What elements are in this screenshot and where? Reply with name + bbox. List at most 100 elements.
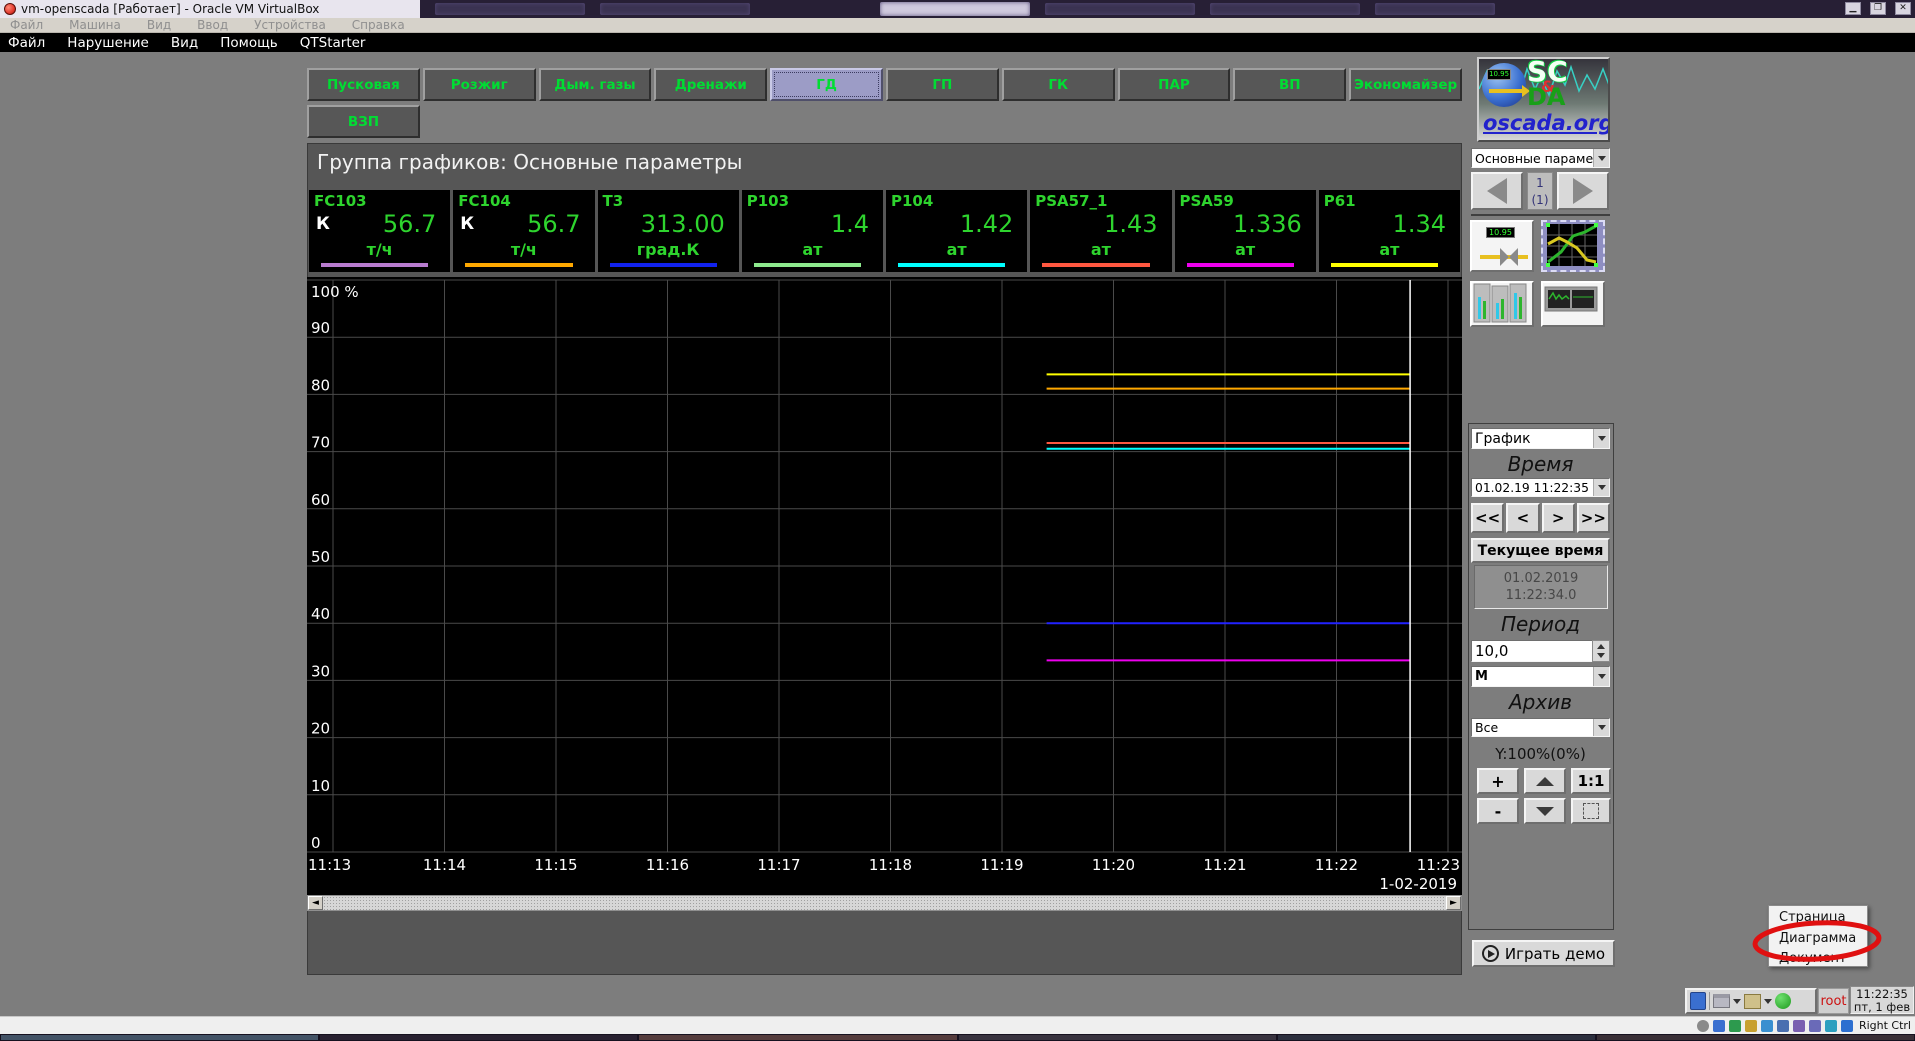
host-taskbar: vm-openscada [Работает] - Oracle VM Virt…	[0, 0, 1915, 18]
tab-гп[interactable]: ГП	[886, 68, 999, 101]
tab-гд[interactable]: ГД	[770, 68, 883, 101]
view-type-select[interactable]: График	[1471, 428, 1610, 449]
param-name: P103	[747, 192, 789, 210]
tab-пар[interactable]: ПАР	[1118, 68, 1231, 101]
book-icon[interactable]	[1690, 992, 1706, 1010]
graph-view-button[interactable]	[1541, 220, 1605, 272]
fast-back-button[interactable]: <<	[1471, 503, 1504, 533]
app-menu-qtstarter[interactable]: QTStarter	[300, 35, 366, 51]
taskbar-item[interactable]	[1045, 3, 1195, 15]
vbox-menu-устройства[interactable]: Устройства	[254, 18, 326, 32]
period-unit-select[interactable]: М	[1471, 666, 1610, 687]
tab-дым-газы[interactable]: Дым. газы	[539, 68, 652, 101]
taskbar-item[interactable]	[600, 3, 750, 15]
vbox-task-button[interactable]: vm-openscada [Работает] - Oracle VM Virt…	[0, 0, 420, 18]
trend-chart[interactable]: 100 %908070605040302010011:1311:1411:151…	[307, 277, 1462, 895]
period-stepper[interactable]	[1592, 640, 1610, 662]
logo-site-link[interactable]: oscada.org	[1483, 111, 1610, 135]
tray-clock[interactable]: 11:22:35 пт, 1 фев	[1850, 986, 1914, 1014]
taskbar-item[interactable]	[1375, 3, 1495, 15]
panels-view-button[interactable]	[1541, 281, 1605, 327]
chevron-down-icon[interactable]	[1764, 999, 1772, 1004]
taskbar-item[interactable]	[880, 2, 1030, 16]
period-input[interactable]: 10,0	[1471, 640, 1602, 662]
printer-icon[interactable]	[1713, 994, 1730, 1008]
tab-row-2: ВЗП	[307, 105, 420, 138]
chevron-down-icon[interactable]	[1593, 479, 1609, 496]
chevron-down-icon[interactable]	[1593, 719, 1609, 736]
context-item-страница[interactable]: Страница	[1769, 908, 1867, 929]
tab-взп[interactable]: ВЗП	[307, 105, 420, 138]
vbox-menu-вид[interactable]: Вид	[147, 18, 171, 32]
chevron-down-icon[interactable]	[1593, 429, 1609, 448]
app-menu-вид[interactable]: Вид	[171, 35, 198, 51]
restore-icon[interactable]: ❐	[1870, 2, 1886, 15]
pan-up-button[interactable]	[1524, 768, 1566, 794]
play-demo-button[interactable]: Играть демо	[1472, 940, 1615, 967]
vbox-statusbar: Right Ctrl	[0, 1016, 1915, 1034]
parameter-psa57_1[interactable]: PSA57_11.43ат	[1030, 190, 1171, 272]
chart-scrollbar[interactable]: ◄ ►	[307, 895, 1462, 911]
filemanager-icon[interactable]	[1744, 994, 1761, 1009]
windows-icon	[1793, 1020, 1805, 1032]
taskbar-item[interactable]	[1210, 3, 1360, 15]
param-unit: ат	[1319, 240, 1460, 259]
fit-one-to-one-button[interactable]: 1:1	[1571, 768, 1611, 794]
chevron-down-icon[interactable]	[1733, 999, 1741, 1004]
oscada-logo[interactable]: 10.95 SC & DA oscada.org	[1477, 57, 1610, 142]
parameter-p61[interactable]: P611.34ат	[1319, 190, 1460, 272]
page-group-select[interactable]: Основные параме	[1471, 148, 1610, 168]
vbox-menu-справка[interactable]: Справка	[352, 18, 405, 32]
mnemo-view-button[interactable]: 10.95	[1470, 220, 1534, 272]
parameter-header-row: FC103К56.7т/чFC104К56.7т/чT3313.00град.К…	[309, 190, 1460, 272]
spin-down-icon[interactable]	[1597, 653, 1605, 658]
context-item-диаграмма[interactable]: Диаграмма	[1769, 929, 1867, 950]
tab-вп[interactable]: ВП	[1233, 68, 1346, 101]
app-menu-помощь[interactable]: Помощь	[220, 35, 278, 51]
zoom-in-button[interactable]: +	[1477, 768, 1519, 794]
tab-дренажи[interactable]: Дренажи	[654, 68, 767, 101]
vbox-menu-машина[interactable]: Машина	[69, 18, 121, 32]
chevron-down-icon[interactable]	[1593, 667, 1609, 686]
tab-гк[interactable]: ГК	[1002, 68, 1115, 101]
tab-пусковая[interactable]: Пусковая	[307, 68, 420, 101]
parameter-t3[interactable]: T3313.00град.К	[598, 190, 739, 272]
context-item-документ[interactable]: Документ	[1769, 949, 1867, 970]
chevron-down-icon[interactable]	[1593, 149, 1609, 167]
vbox-menu-ввод[interactable]: Ввод	[197, 18, 228, 32]
parameter-p104[interactable]: P1041.42ат	[886, 190, 1027, 272]
scroll-right-icon[interactable]: ►	[1446, 896, 1461, 910]
page-count: (1)	[1528, 192, 1552, 209]
vbox-menu-файл[interactable]: Файл	[10, 18, 43, 32]
app-menu-файл[interactable]: Файл	[8, 35, 45, 51]
pan-down-button[interactable]	[1524, 798, 1566, 824]
svg-text:20: 20	[311, 720, 330, 738]
param-color-bar	[1187, 263, 1294, 267]
scroll-left-icon[interactable]: ◄	[308, 896, 323, 910]
parameter-psa59[interactable]: PSA591.336ат	[1175, 190, 1316, 272]
host-taskbar-bottom	[0, 1034, 1915, 1041]
minimize-icon[interactable]: ▁	[1845, 2, 1861, 15]
fast-forward-button[interactable]: >>	[1577, 503, 1610, 533]
parameter-fc103[interactable]: FC103К56.7т/ч	[309, 190, 450, 272]
parameter-fc104[interactable]: FC104К56.7т/ч	[453, 190, 594, 272]
tab-экономайзер[interactable]: Экономайзер	[1349, 68, 1462, 101]
bars-view-button[interactable]	[1470, 281, 1534, 327]
tab-розжиг[interactable]: Розжиг	[423, 68, 536, 101]
app-menu-нарушение[interactable]: Нарушение	[67, 35, 149, 51]
taskbar-item[interactable]	[435, 3, 585, 15]
next-page-button[interactable]	[1557, 172, 1609, 210]
back-button[interactable]: <	[1506, 503, 1539, 533]
param-unit: ат	[1030, 240, 1171, 259]
forward-button[interactable]: >	[1542, 503, 1575, 533]
spin-up-icon[interactable]	[1597, 644, 1605, 649]
prev-page-button[interactable]	[1471, 172, 1523, 210]
region-select-button[interactable]	[1571, 798, 1611, 824]
zoom-out-button[interactable]: -	[1477, 798, 1519, 824]
next-page-icon	[1573, 178, 1593, 204]
parameter-p103[interactable]: P1031.4ат	[742, 190, 883, 272]
archive-select[interactable]: Все	[1471, 718, 1610, 737]
close-icon[interactable]: ✕	[1895, 2, 1911, 15]
current-time-button[interactable]: Текущее время	[1471, 538, 1610, 563]
time-select[interactable]: 01.02.19 11:22:35	[1471, 478, 1610, 497]
